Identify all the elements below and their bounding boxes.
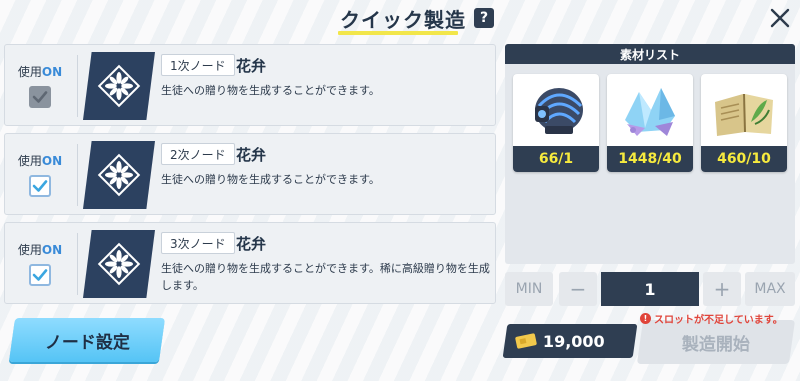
min-button[interactable]: MIN	[505, 272, 553, 306]
start-crafting-label: 製造開始	[682, 334, 750, 355]
credit-ticket-icon	[515, 333, 537, 349]
close-button[interactable]	[764, 2, 796, 34]
plus-button[interactable]: +	[703, 272, 741, 306]
warning-text: スロットが不足しています。	[654, 315, 783, 326]
use-label: 使用ON	[18, 241, 62, 258]
slot-warning: ! スロットが不足しています。	[640, 311, 783, 326]
check-icon	[32, 90, 48, 103]
use-toggle: 使用ON	[5, 45, 75, 125]
use-toggle: 使用ON	[5, 134, 75, 214]
robot-helmet-icon	[535, 88, 583, 134]
node-settings-label: ノード設定	[44, 332, 130, 353]
use-label-text: 使用	[17, 64, 42, 79]
material-card-1[interactable]: 66/1	[513, 74, 599, 172]
header: クイック製造 ?	[0, 0, 800, 36]
close-icon	[770, 8, 790, 28]
start-crafting-button[interactable]: 製造開始	[636, 320, 796, 364]
flower-icon	[97, 242, 141, 286]
node-tier: 2次ノード	[161, 143, 235, 165]
max-button[interactable]: MAX	[745, 272, 795, 306]
node-name: 花弁	[236, 146, 267, 164]
use-checkbox[interactable]	[29, 174, 51, 197]
divider	[77, 233, 78, 295]
node-card-1: 使用ON 1次ノード 花弁 生徒への贈り物を生成することができます。	[4, 44, 496, 126]
use-toggle: 使用ON	[5, 223, 75, 303]
title-group: クイック製造 ?	[340, 4, 494, 32]
node-description: 生徒への贈り物を生成することができます。稀に高級贈り物を生成します。	[161, 262, 490, 292]
node-card-2: 使用ON 2次ノード 花弁 生徒への贈り物を生成することができます。	[4, 133, 496, 215]
warning-icon: !	[640, 313, 651, 324]
open-book-icon	[715, 93, 773, 136]
use-label-text: 使用	[17, 242, 42, 257]
material-count: 66/1	[513, 146, 599, 172]
check-icon	[32, 268, 48, 281]
material-card-2[interactable]: 1448/40	[607, 74, 693, 172]
quantity-controls: MIN − 1 + MAX	[505, 272, 795, 306]
minus-button[interactable]: −	[559, 272, 597, 306]
node-icon	[83, 141, 155, 209]
quantity-value[interactable]: 1	[601, 272, 699, 306]
use-checkbox[interactable]	[29, 263, 51, 286]
node-description: 生徒への贈り物を生成することができます。	[161, 84, 380, 97]
divider	[77, 144, 78, 206]
node-icon	[83, 52, 155, 120]
flower-icon	[97, 153, 141, 197]
node-icon	[83, 230, 155, 298]
use-label-text: 使用	[17, 153, 42, 168]
cost-display: 19,000	[502, 324, 638, 358]
cost-value: 19,000	[543, 331, 605, 351]
use-checkbox[interactable]	[29, 85, 51, 108]
node-name: 花弁	[236, 235, 267, 253]
material-count: 1448/40	[607, 146, 693, 172]
node-description: 生徒への贈り物を生成することができます。	[161, 173, 380, 186]
node-tier: 3次ノード	[161, 232, 235, 254]
node-name: 花弁	[236, 57, 267, 75]
divider	[77, 55, 78, 117]
use-state: ON	[41, 64, 63, 79]
node-settings-button[interactable]: ノード設定	[8, 318, 166, 362]
use-label: 使用ON	[18, 152, 62, 169]
help-icon[interactable]: ?	[474, 8, 494, 28]
title-underline	[338, 31, 458, 35]
material-card-3[interactable]: 460/10	[701, 74, 787, 172]
page-title: クイック製造	[340, 7, 466, 32]
crystal-shards-icon	[625, 88, 675, 136]
node-tier: 1次ノード	[161, 54, 235, 76]
use-state: ON	[41, 242, 63, 257]
material-list-title: 素材リスト	[505, 44, 795, 64]
material-list-panel: 素材リスト 66/1 1448/40 460/10	[505, 44, 795, 264]
flower-icon	[97, 64, 141, 108]
material-count: 460/10	[701, 146, 787, 172]
use-state: ON	[41, 153, 63, 168]
check-icon	[32, 179, 48, 192]
use-label: 使用ON	[18, 63, 62, 80]
node-card-3: 使用ON 3次ノード 花弁 生徒への贈り物を生成することができます。稀に高級贈り…	[4, 222, 496, 304]
